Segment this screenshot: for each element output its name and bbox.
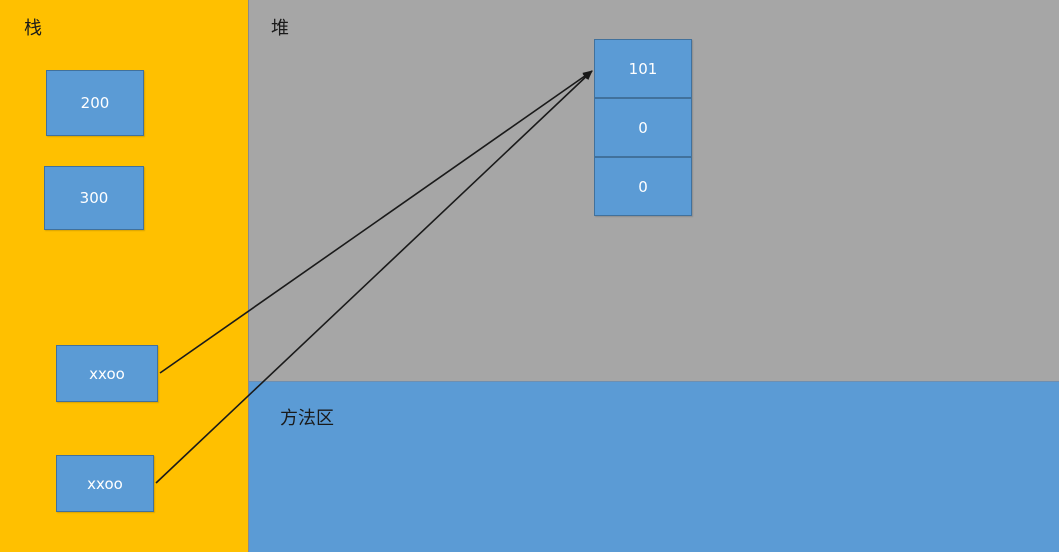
heap-label: 堆 [271, 18, 289, 39]
method-area-region: 方法区 [249, 381, 1059, 552]
stack-reference-box: xxoo [56, 455, 154, 512]
heap-array-cell: 0 [594, 98, 692, 157]
heap-array-cell: 0 [594, 157, 692, 216]
stack-reference-box: xxoo [56, 345, 158, 402]
stack-value-box: 300 [44, 166, 144, 230]
stack-label: 栈 [24, 18, 42, 39]
stack-value-box: 200 [46, 70, 144, 136]
heap-array-cell: 101 [594, 39, 692, 98]
method-area-label: 方法区 [280, 408, 334, 429]
